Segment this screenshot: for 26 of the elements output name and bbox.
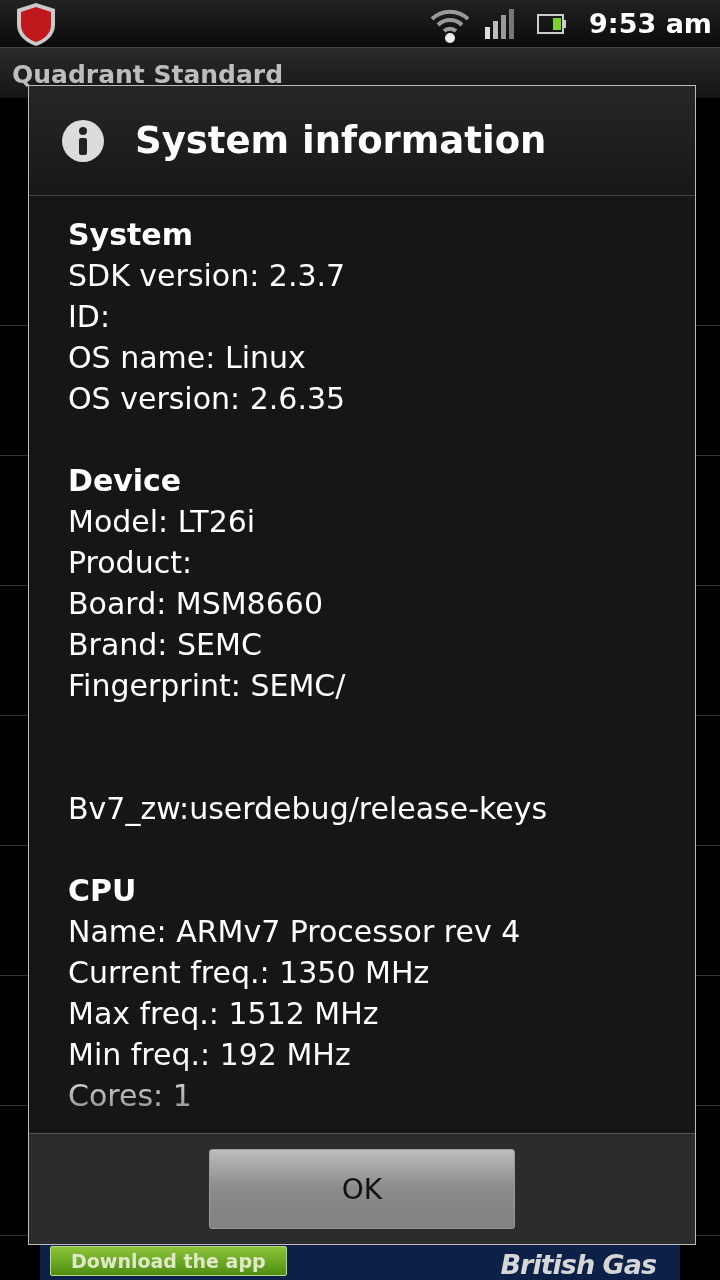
battery-icon: [537, 12, 568, 35]
info-line: Fingerprint: SEMC/: [68, 667, 346, 705]
info-line-continuation: Bv7_zw:userdebug/release-keys: [68, 790, 548, 828]
info-line: Min freq.: 192 MHz: [68, 1036, 351, 1074]
info-line: SDK version: 2.3.7: [68, 257, 346, 295]
info-line: OS name: Linux: [68, 339, 306, 377]
ok-button[interactable]: OK: [209, 1149, 515, 1229]
shield-icon: [14, 0, 58, 47]
info-line: Board: MSM8660: [68, 585, 323, 623]
info-line: ID:: [68, 298, 111, 336]
info-icon: [61, 118, 105, 163]
status-time: 9:53 am: [589, 8, 712, 39]
info-line: Model: LT26i: [68, 503, 256, 541]
section-heading: Device: [68, 462, 183, 500]
info-line: Current freq.: 1350 MHz: [68, 954, 430, 992]
info-line: Brand: SEMC: [68, 626, 262, 664]
info-line: Max freq.: 1512 MHz: [68, 995, 379, 1033]
ad-brand: British Gas: [500, 1249, 656, 1280]
dialog-title: System information: [135, 119, 547, 162]
info-line: Product:: [68, 544, 192, 582]
section-heading: CPU: [68, 872, 138, 910]
section-heading: System: [68, 216, 194, 254]
app-title: Quadrant Standard: [12, 59, 284, 89]
info-line: Cores: 1: [68, 1077, 192, 1115]
info-line: OS version: 2.6.35: [68, 380, 346, 418]
info-line: Name: ARMv7 Processor rev 4: [68, 913, 521, 951]
